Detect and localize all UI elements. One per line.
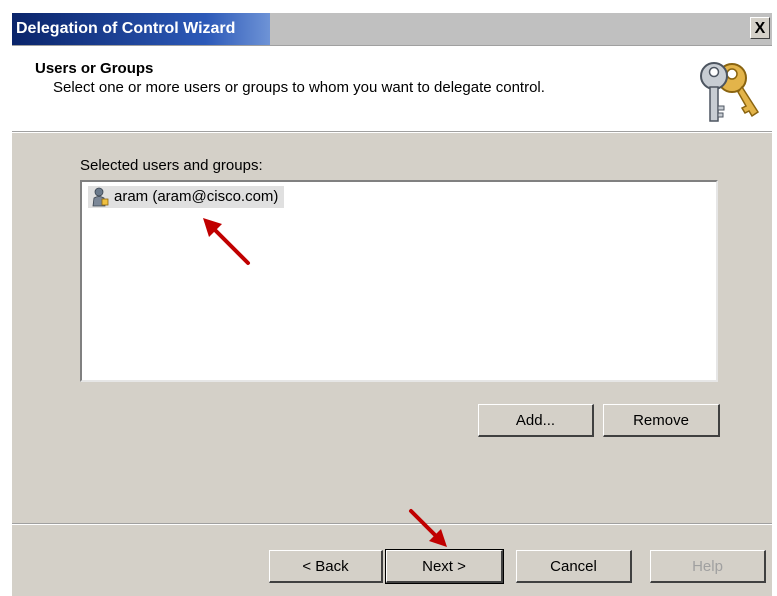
cancel-button[interactable]: Cancel: [516, 550, 632, 583]
wizard-header: Users or Groups Select one or more users…: [12, 46, 772, 131]
footer-divider: [12, 523, 772, 525]
list-item-label: aram (aram@cisco.com): [114, 188, 279, 205]
selected-users-list[interactable]: aram (aram@cisco.com): [80, 180, 718, 382]
title-bar[interactable]: Delegation of Control Wizard X: [12, 13, 772, 46]
wizard-dialog: Delegation of Control Wizard X Users or …: [0, 0, 777, 596]
keys-icon: [700, 62, 760, 122]
page-title: Users or Groups: [35, 60, 154, 77]
selected-users-label: Selected users and groups:: [80, 157, 263, 174]
annotation-arrow-list: [203, 218, 250, 265]
add-button[interactable]: Add...: [478, 404, 594, 437]
user-icon: [92, 187, 109, 207]
remove-button[interactable]: Remove: [603, 404, 720, 437]
back-button[interactable]: < Back: [269, 550, 383, 583]
page-subtitle: Select one or more users or groups to wh…: [53, 79, 545, 96]
close-button[interactable]: X: [750, 17, 770, 39]
list-item[interactable]: aram (aram@cisco.com): [88, 186, 285, 208]
help-button[interactable]: Help: [650, 550, 766, 583]
annotation-arrow-next: [409, 509, 447, 547]
window-title: Delegation of Control Wizard: [16, 20, 236, 37]
close-icon: X: [754, 20, 766, 37]
